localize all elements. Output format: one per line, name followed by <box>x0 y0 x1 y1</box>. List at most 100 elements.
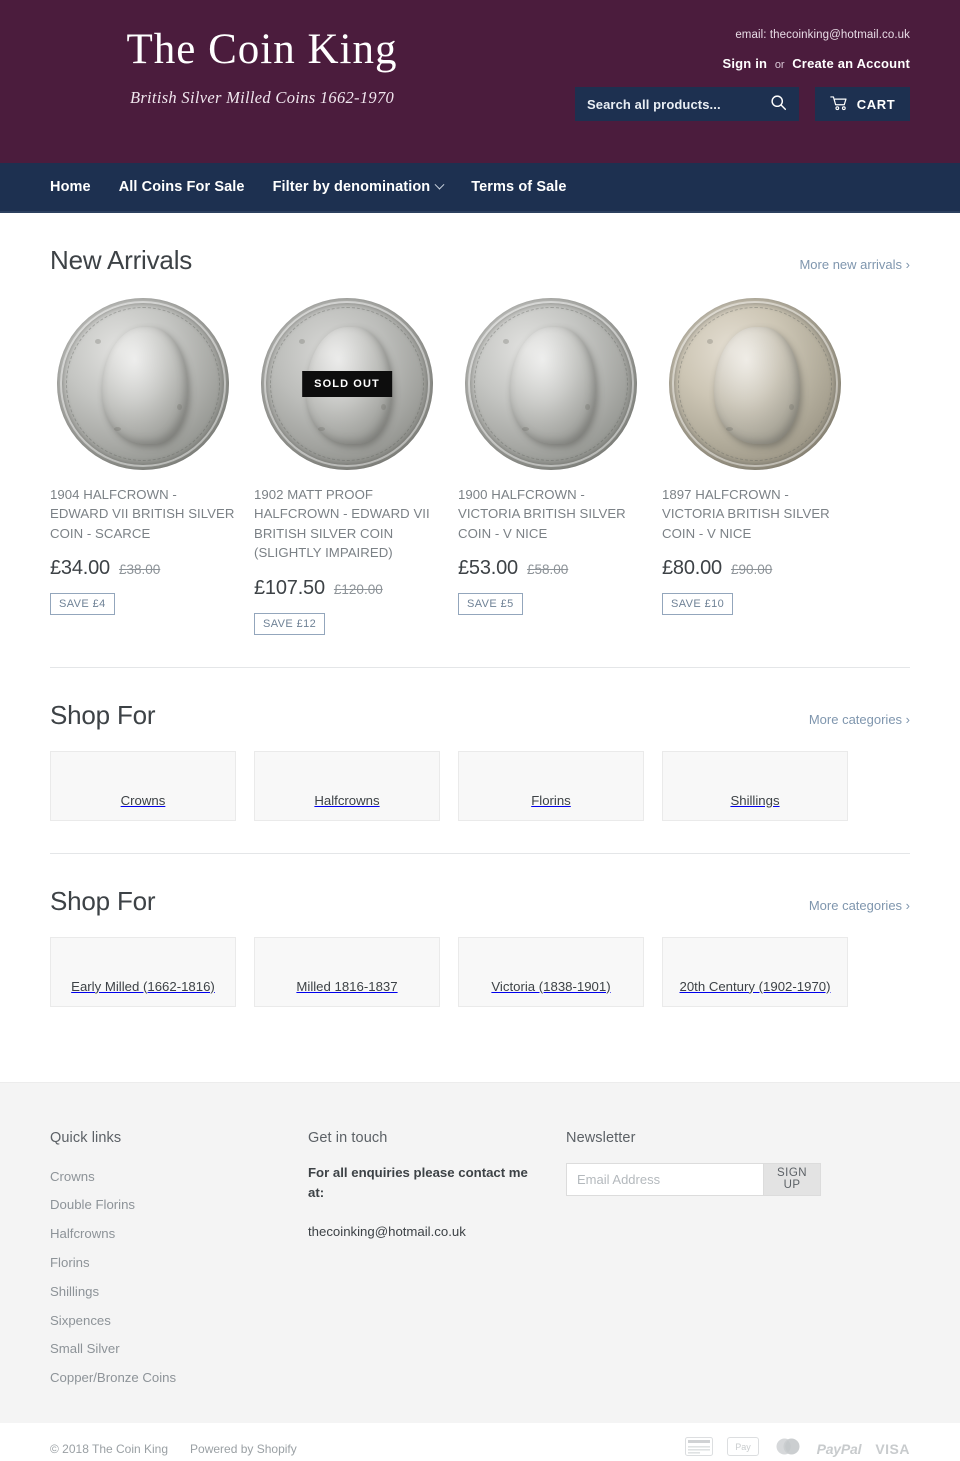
nav-item-label: Home <box>50 179 91 195</box>
product-compare-price: £90.00 <box>730 562 773 578</box>
category-card[interactable]: Shillings <box>662 750 848 821</box>
product-card[interactable]: SOLD OUT 1902 MATT PROOF HALFCROWN - EDWA… <box>254 296 440 635</box>
nav-item-all-coins-for-sale[interactable]: All Coins For Sale <box>119 179 245 195</box>
footer-contact: Get in touch For all enquiries please co… <box>308 1130 566 1393</box>
new-arrivals-title: New Arrivals <box>50 245 193 275</box>
search-submit-button[interactable] <box>768 94 789 114</box>
search-bar[interactable] <box>575 87 799 121</box>
footer-quick-link[interactable]: Sixpences <box>50 1307 308 1336</box>
product-card[interactable]: 1897 HALFCROWN - VICTORIA BRITISH SILVER… <box>662 296 848 616</box>
visa-icon: VISA <box>875 1440 910 1457</box>
apple-pay-icon: Pay <box>726 1436 759 1461</box>
product-price: £80.00 <box>662 557 722 580</box>
footer-quick-link[interactable]: Crowns <box>50 1163 308 1192</box>
nav-item-label: Filter by denomination <box>272 179 431 195</box>
category-card[interactable]: Milled 1816-1837 <box>254 936 440 1007</box>
product-image-link[interactable] <box>458 296 644 471</box>
coin-speck <box>317 426 325 431</box>
product-price-row: £34.00 £38.00 <box>50 557 236 580</box>
cart-button[interactable]: CART <box>815 87 910 121</box>
svg-text:Pay: Pay <box>735 1442 751 1452</box>
save-badge: SAVE £12 <box>254 612 326 635</box>
footer-newsletter: Newsletter SIGN UP <box>566 1130 910 1393</box>
category-label: Milled 1816-1837 <box>296 978 398 994</box>
newsletter-email-input[interactable] <box>566 1162 763 1196</box>
product-title[interactable]: 1904 HALFCROWN - EDWARD VII BRITISH SILV… <box>50 485 236 543</box>
product-image-link[interactable] <box>50 296 236 471</box>
contact-email: thecoinking@hotmail.co.uk <box>308 1223 466 1239</box>
quick-links-title: Quick links <box>50 1129 122 1146</box>
create-account-link[interactable]: Create an Account <box>792 56 910 71</box>
nav-item-filter-by-denomination[interactable]: Filter by denomination <box>272 179 445 195</box>
category-card[interactable]: 20th Century (1902-1970) <box>662 936 848 1007</box>
search-input[interactable] <box>587 96 768 112</box>
category-card[interactable]: Victoria (1838-1901) <box>458 936 644 1007</box>
main-content: New Arrivals More new arrivals › 1904 HA… <box>50 213 910 1007</box>
logo-tagline: British Silver Milled Coins 1662-1970 <box>129 88 395 108</box>
newsletter-signup-button[interactable]: SIGN UP <box>763 1162 822 1196</box>
coin-speck <box>725 426 733 431</box>
powered-by-shopify-link[interactable]: Powered by Shopify <box>190 1442 297 1456</box>
shop-for-periods-title: Shop For <box>50 885 156 916</box>
coin-image <box>57 297 229 470</box>
shop-for-denominations-section: Shop For More categories › Crowns Halfcro… <box>50 668 910 854</box>
product-title[interactable]: 1902 MATT PROOF HALFCROWN - EDWARD VII B… <box>254 485 440 563</box>
category-card[interactable]: Early Milled (1662-1816) <box>50 936 236 1007</box>
product-title[interactable]: 1897 HALFCROWN - VICTORIA BRITISH SILVER… <box>662 485 848 543</box>
footer-quick-link[interactable]: Halfcrowns <box>50 1220 308 1249</box>
category-label: Shillings <box>730 792 780 808</box>
category-label: Victoria (1838-1901) <box>491 978 611 994</box>
save-badge: SAVE £5 <box>458 593 523 616</box>
nav-item-label: Terms of Sale <box>471 179 567 195</box>
nav-item-terms-of-sale[interactable]: Terms of Sale <box>471 179 566 195</box>
contact-title: Get in touch <box>308 1129 388 1146</box>
coin-image <box>465 297 637 470</box>
contact-text: For all enquiries please contact me at: <box>308 1164 528 1201</box>
site-logo[interactable]: The Coin King British Silver Milled Coin… <box>62 26 462 108</box>
product-grid: 1904 HALFCROWN - EDWARD VII BRITISH SILV… <box>50 296 910 635</box>
coin-portrait <box>101 326 188 444</box>
product-card[interactable]: 1900 HALFCROWN - VICTORIA BRITISH SILVER… <box>458 296 644 616</box>
main-navigation: Home All Coins For Sale Filter by denomina… <box>0 163 960 213</box>
footer-quick-link[interactable]: Double Florins <box>50 1191 308 1220</box>
account-links: Sign in or Create an Account <box>510 56 910 71</box>
footer-quick-link[interactable]: Small Silver <box>50 1335 308 1364</box>
coin-speck <box>298 338 305 344</box>
shop-for-periods-section: Shop For More categories › Early Milled … <box>50 854 910 1007</box>
sign-in-link[interactable]: Sign in <box>722 56 767 71</box>
footer-quick-link[interactable]: Copper/Bronze Coins <box>50 1364 308 1393</box>
header-email-text: email: thecoinking@hotmail.co.uk <box>735 29 910 41</box>
category-label: Florins <box>531 792 571 808</box>
category-grid-periods: Early Milled (1662-1816) Milled 1816-1837… <box>50 936 910 1007</box>
new-arrivals-section: New Arrivals More new arrivals › 1904 HA… <box>50 213 910 668</box>
product-image-link[interactable]: SOLD OUT <box>254 296 440 471</box>
more-categories-link-periods[interactable]: More categories › <box>809 898 910 913</box>
product-price-row: £107.50 £120.00 <box>254 577 440 600</box>
footer-quick-links: Quick links Crowns Double Florins Halfcrow… <box>50 1130 308 1393</box>
category-label: Halfcrowns <box>314 792 380 808</box>
product-card[interactable]: 1904 HALFCROWN - EDWARD VII BRITISH SILV… <box>50 296 236 616</box>
product-price-row: £80.00 £90.00 <box>662 557 848 580</box>
category-card[interactable]: Florins <box>458 750 644 821</box>
product-price: £53.00 <box>458 557 518 580</box>
product-price: £107.50 <box>254 576 325 599</box>
more-categories-link-denominations[interactable]: More categories › <box>809 712 910 727</box>
more-new-arrivals-link[interactable]: More new arrivals › <box>799 257 910 272</box>
payment-icons: Pay PayPal VISA <box>684 1436 910 1461</box>
product-compare-price: £120.00 <box>333 581 383 597</box>
coin-portrait <box>713 326 800 444</box>
coin-speck <box>113 426 121 431</box>
product-title[interactable]: 1900 HALFCROWN - VICTORIA BRITISH SILVER… <box>458 485 644 543</box>
category-label: 20th Century (1902-1970) <box>679 978 831 994</box>
category-card[interactable]: Halfcrowns <box>254 750 440 821</box>
cart-icon <box>829 95 849 114</box>
product-price-row: £53.00 £58.00 <box>458 557 644 580</box>
logo-title: The Coin King <box>126 26 398 73</box>
nav-item-home[interactable]: Home <box>50 179 91 195</box>
save-badge: SAVE £10 <box>662 593 734 616</box>
category-card[interactable]: Crowns <box>50 750 236 821</box>
mastercard-icon <box>773 1437 803 1461</box>
footer-quick-link[interactable]: Shillings <box>50 1278 308 1307</box>
product-image-link[interactable] <box>662 296 848 471</box>
footer-quick-link[interactable]: Florins <box>50 1249 308 1278</box>
